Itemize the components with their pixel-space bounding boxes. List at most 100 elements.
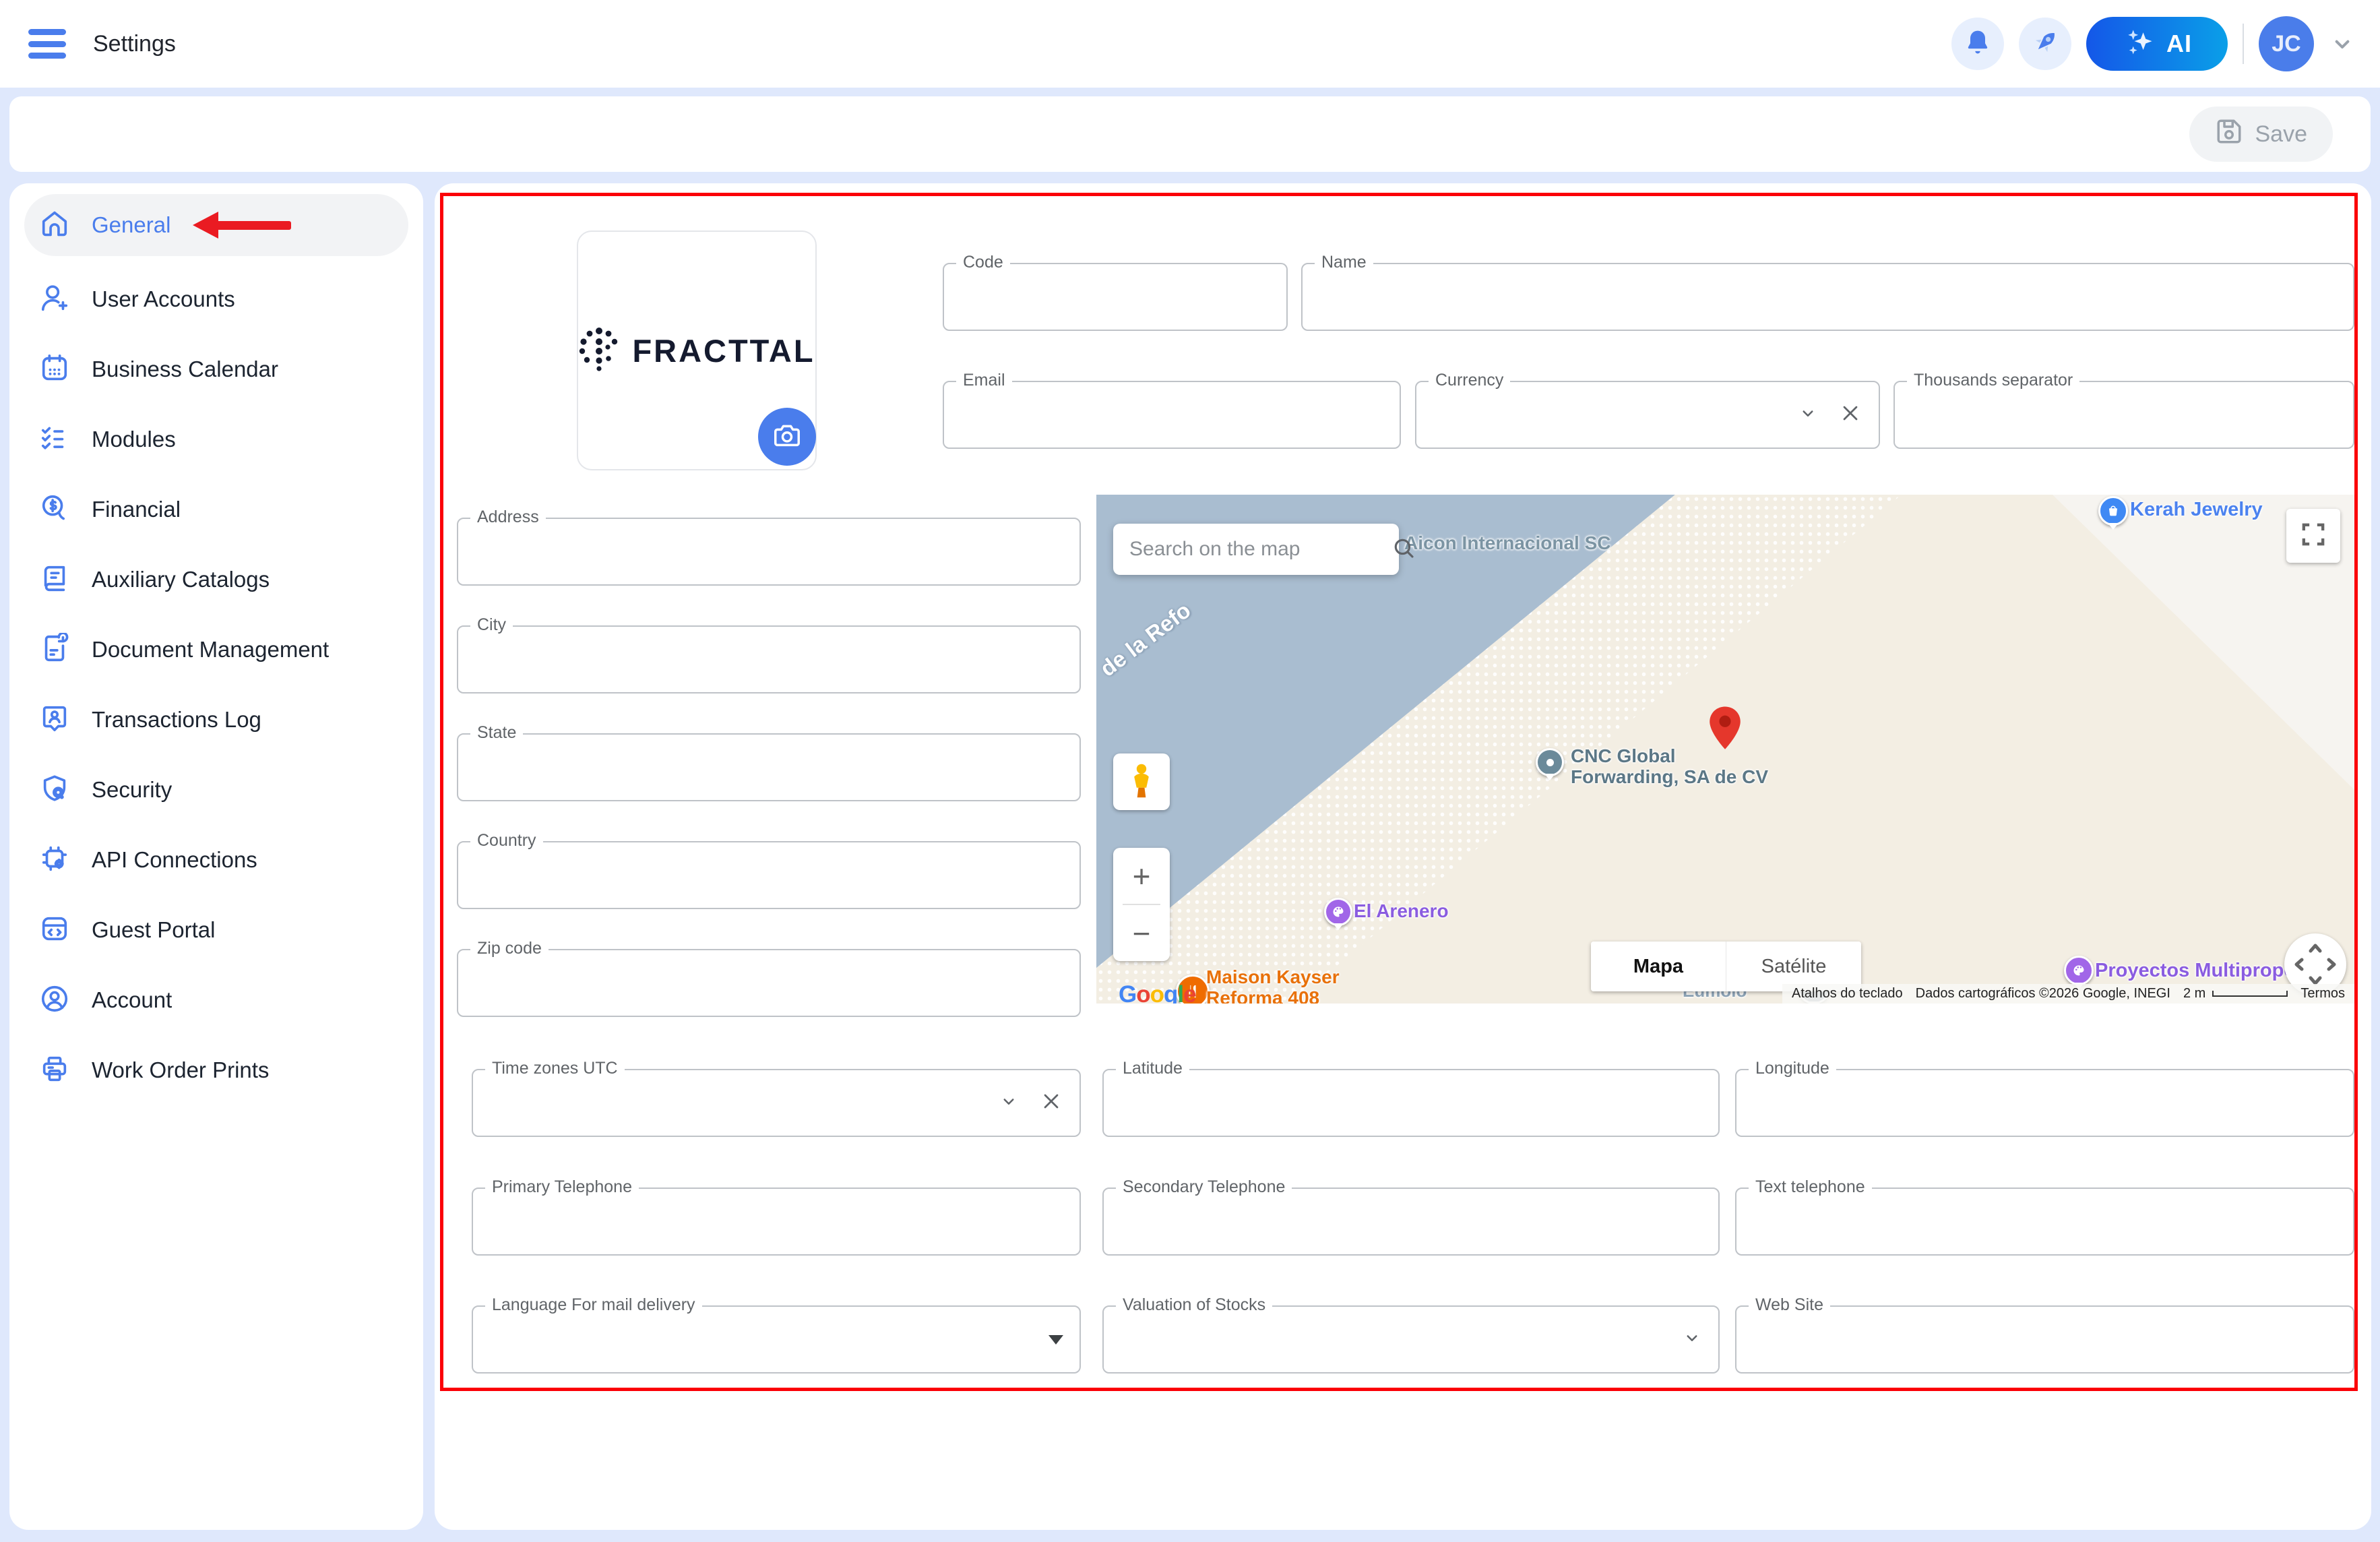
- code-input[interactable]: [958, 271, 1273, 323]
- user-circle-icon: [39, 983, 70, 1018]
- checklist-icon: [39, 423, 70, 457]
- poi-label-maison[interactable]: Maison KayserReforma 408: [1206, 966, 1340, 1004]
- secondary-telephone-input[interactable]: [1117, 1196, 1705, 1247]
- sidebar-item-auxiliary-catalogs[interactable]: Auxiliary Catalogs: [9, 545, 423, 615]
- map-search-box: [1113, 524, 1399, 575]
- time-zones-clear-icon[interactable]: [1039, 1089, 1063, 1117]
- ai-label: AI: [2166, 30, 2192, 58]
- email-input[interactable]: [958, 389, 1386, 441]
- pegman-icon: [1127, 762, 1156, 802]
- currency-input[interactable]: [1430, 389, 1800, 441]
- text-telephone-input[interactable]: [1750, 1196, 2340, 1247]
- time-zones-chevron-down-icon[interactable]: [999, 1091, 1019, 1115]
- poi-label-arenero[interactable]: El Arenero: [1354, 900, 1449, 921]
- user-avatar[interactable]: JC: [2259, 16, 2314, 71]
- primary-telephone-input[interactable]: [487, 1196, 1066, 1247]
- code-field-label: Code: [956, 253, 1010, 272]
- time-zones-input[interactable]: [487, 1077, 1001, 1129]
- settings-sidebar: General User Accounts Business Calendar …: [9, 183, 423, 1530]
- sidebar-item-document-management[interactable]: Document Management: [9, 615, 423, 685]
- sidebar-item-business-calendar[interactable]: Business Calendar: [9, 334, 423, 404]
- location-map[interactable]: de la Refo Aicon Internacional SC CNC Gl…: [1096, 495, 2354, 1004]
- primary-telephone-field-label: Primary Telephone: [485, 1177, 639, 1197]
- whats-new-button[interactable]: [2019, 18, 2071, 70]
- city-field-label: City: [470, 615, 513, 635]
- poi-marker-proyectos[interactable]: [2064, 956, 2094, 985]
- sidebar-item-label: Transactions Log: [92, 707, 261, 733]
- code-field: Code: [943, 263, 1288, 331]
- currency-clear-icon[interactable]: [1838, 401, 1862, 429]
- sidebar-item-general[interactable]: General: [24, 194, 408, 256]
- hamburger-menu-icon[interactable]: [28, 29, 66, 59]
- poi-marker-cnc[interactable]: [1536, 748, 1564, 776]
- terms-link[interactable]: Termos: [2300, 986, 2345, 1001]
- pegman-button[interactable]: [1113, 753, 1170, 810]
- sidebar-item-api-connections[interactable]: API Connections: [9, 825, 423, 895]
- sidebar-item-guest-portal[interactable]: Guest Portal: [9, 895, 423, 965]
- language-mail-field-label: Language For mail delivery: [485, 1295, 702, 1315]
- bell-icon: [1963, 28, 1993, 61]
- fullscreen-button[interactable]: [2286, 509, 2340, 563]
- sidebar-item-modules[interactable]: Modules: [9, 404, 423, 474]
- zip-code-field-label: Zip code: [470, 939, 549, 958]
- map-type-map-button[interactable]: Mapa: [1591, 942, 1726, 991]
- google-logo: Google: [1119, 981, 1196, 1004]
- zip-code-input[interactable]: [472, 957, 1066, 1009]
- general-settings-panel: FRACTTAL Code Name Email Currency: [435, 183, 2371, 1530]
- country-input[interactable]: [472, 849, 1066, 901]
- valuation-stocks-chevron-down-icon[interactable]: [1682, 1328, 1702, 1351]
- camera-icon: [772, 420, 803, 454]
- fullscreen-icon: [2300, 521, 2327, 551]
- name-input[interactable]: [1316, 271, 2340, 323]
- zoom-out-button[interactable]: −: [1113, 905, 1170, 961]
- ai-assistant-button[interactable]: AI: [2086, 17, 2228, 71]
- state-input[interactable]: [472, 741, 1066, 793]
- longitude-field: Longitude: [1735, 1069, 2354, 1137]
- currency-chevron-down-icon[interactable]: [1798, 403, 1818, 427]
- longitude-input[interactable]: [1750, 1077, 2340, 1129]
- language-mail-dropdown-icon[interactable]: [1048, 1335, 1063, 1345]
- zip-code-field: Zip code: [457, 949, 1081, 1017]
- sidebar-item-account[interactable]: Account: [9, 965, 423, 1035]
- book-icon: [39, 563, 70, 597]
- valuation-stocks-input[interactable]: [1117, 1314, 1640, 1365]
- primary-telephone-field: Primary Telephone: [472, 1188, 1081, 1256]
- web-site-input[interactable]: [1750, 1314, 2340, 1365]
- account-chevron-down-icon[interactable]: [2329, 30, 2356, 57]
- sidebar-item-financial[interactable]: Financial: [9, 474, 423, 545]
- sidebar-item-label: Document Management: [92, 637, 329, 662]
- search-icon[interactable]: [1391, 535, 1416, 564]
- change-logo-button[interactable]: [758, 408, 816, 466]
- language-mail-field: Language For mail delivery: [472, 1305, 1081, 1374]
- notifications-button[interactable]: [1951, 18, 2004, 70]
- calendar-icon: [39, 352, 70, 387]
- keyboard-shortcuts-link[interactable]: Atalhos do teclado: [1792, 986, 1903, 1001]
- app-header: Settings: [0, 0, 2380, 88]
- secondary-telephone-field: Secondary Telephone: [1102, 1188, 1720, 1256]
- poi-marker-kerah[interactable]: [2098, 496, 2128, 526]
- poi-label-aicon[interactable]: Aicon Internacional SC: [1404, 532, 1611, 553]
- sidebar-item-security[interactable]: Security: [9, 755, 423, 825]
- city-input[interactable]: [472, 634, 1066, 685]
- map-search-input[interactable]: [1128, 537, 1391, 561]
- zoom-in-button[interactable]: +: [1113, 848, 1170, 904]
- state-field: State: [457, 733, 1081, 801]
- sidebar-item-transactions-log[interactable]: Transactions Log: [9, 685, 423, 755]
- sidebar-item-user-accounts[interactable]: User Accounts: [9, 264, 423, 334]
- sidebar-item-label: General: [92, 212, 170, 238]
- poi-label-kerah[interactable]: Kerah Jewelry: [2130, 499, 2263, 520]
- poi-marker-arenero[interactable]: [1324, 898, 1352, 926]
- sidebar-item-work-order-prints[interactable]: Work Order Prints: [9, 1035, 423, 1105]
- city-field: City: [457, 625, 1081, 693]
- map-scale: 2 m: [2183, 986, 2288, 1001]
- address-input[interactable]: [472, 526, 1066, 578]
- web-site-field-label: Web Site: [1749, 1295, 1830, 1315]
- thousands-separator-input[interactable]: [1908, 389, 2340, 441]
- latitude-input[interactable]: [1117, 1077, 1705, 1129]
- poi-label-cnc[interactable]: CNC GlobalForwarding, SA de CV: [1571, 745, 1768, 788]
- language-mail-input[interactable]: [487, 1314, 1001, 1365]
- header-divider: [2243, 24, 2244, 64]
- settings-page: Settings: [0, 0, 2380, 1542]
- form-toolbar: Save: [9, 96, 2371, 172]
- save-button[interactable]: Save: [2189, 106, 2334, 162]
